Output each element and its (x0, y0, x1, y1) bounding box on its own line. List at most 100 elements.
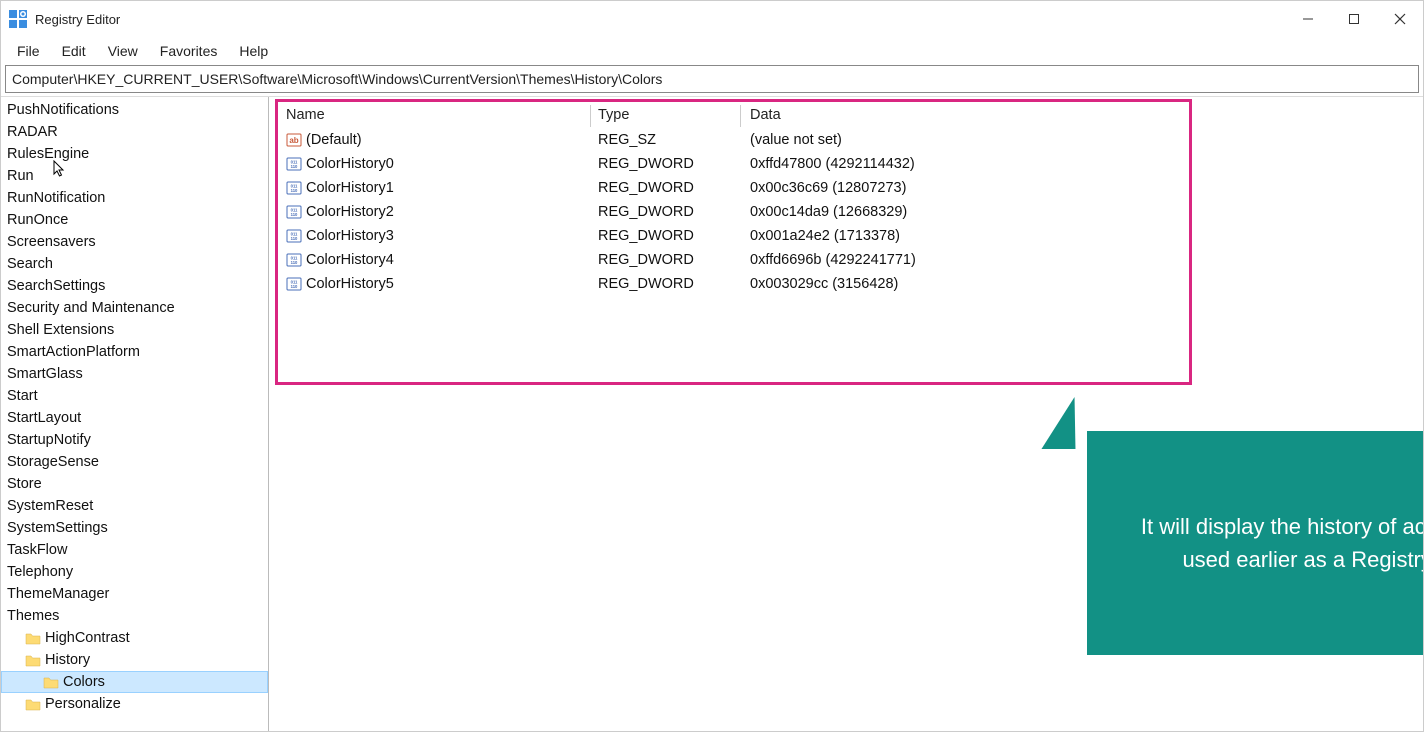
value-data: 0xffd47800 (4292114432) (750, 156, 1189, 172)
tree-item-label: ThemeManager (7, 586, 109, 602)
tree-item-label: RunNotification (7, 190, 105, 206)
value-type: REG_DWORD (598, 252, 750, 268)
reg-sz-icon (286, 132, 302, 148)
tree-item-rulesengine[interactable]: RulesEngine (1, 143, 268, 165)
tree-item-smartglass[interactable]: SmartGlass (1, 363, 268, 385)
reg-dword-icon (286, 204, 302, 220)
value-row[interactable]: ColorHistory3REG_DWORD0x001a24e2 (171337… (278, 224, 1189, 248)
tree-item-thememanager[interactable]: ThemeManager (1, 583, 268, 605)
tree-item-personalize[interactable]: Personalize (1, 693, 268, 715)
window-frame: Registry Editor File Edit View Favorites… (0, 0, 1424, 732)
maximize-button[interactable] (1331, 1, 1377, 37)
tree-item-smartactionplatform[interactable]: SmartActionPlatform (1, 341, 268, 363)
app-icon (9, 10, 27, 28)
tree-item-run[interactable]: Run (1, 165, 268, 187)
tree-item-searchsettings[interactable]: SearchSettings (1, 275, 268, 297)
folder-icon (25, 631, 41, 645)
value-row[interactable]: ColorHistory2REG_DWORD0x00c14da9 (126683… (278, 200, 1189, 224)
close-button[interactable] (1377, 1, 1423, 37)
address-bar[interactable]: Computer\HKEY_CURRENT_USER\Software\Micr… (5, 65, 1419, 93)
highlight-box: Name Type Data (Default) REG_SZ(value not… (275, 99, 1192, 385)
tree-item-label: HighContrast (45, 630, 130, 646)
tree-item-label: RunOnce (7, 212, 68, 228)
tree-item-themes[interactable]: Themes (1, 605, 268, 627)
value-name: ColorHistory1 (306, 180, 394, 196)
col-header-data[interactable]: Data (750, 107, 1189, 123)
reg-dword-icon (286, 180, 302, 196)
menu-help[interactable]: Help (229, 40, 278, 62)
tree-item-label: SystemSettings (7, 520, 108, 536)
tree-item-security-and-maintenance[interactable]: Security and Maintenance (1, 297, 268, 319)
tree-item-label: RulesEngine (7, 146, 89, 162)
value-row[interactable]: (Default) REG_SZ(value not set) (278, 128, 1189, 152)
tree-item-screensavers[interactable]: Screensavers (1, 231, 268, 253)
tree-item-colors[interactable]: Colors (1, 671, 268, 693)
tree-item-runonce[interactable]: RunOnce (1, 209, 268, 231)
tree-item-label: TaskFlow (7, 542, 67, 558)
folder-icon (25, 653, 41, 667)
tree-item-startlayout[interactable]: StartLayout (1, 407, 268, 429)
tree-item-label: Start (7, 388, 38, 404)
tree-item-runnotification[interactable]: RunNotification (1, 187, 268, 209)
tree-item-startupnotify[interactable]: StartupNotify (1, 429, 268, 451)
tree-item-telephony[interactable]: Telephony (1, 561, 268, 583)
tree-item-label: Screensavers (7, 234, 96, 250)
tree-item-history[interactable]: History (1, 649, 268, 671)
reg-dword-icon (286, 156, 302, 172)
value-row[interactable]: ColorHistory5REG_DWORD0x003029cc (315642… (278, 272, 1189, 296)
tree-item-shell-extensions[interactable]: Shell Extensions (1, 319, 268, 341)
tree-item-label: StartupNotify (7, 432, 91, 448)
folder-icon (25, 697, 41, 711)
tree-item-highcontrast[interactable]: HighContrast (1, 627, 268, 649)
tree-item-radar[interactable]: RADAR (1, 121, 268, 143)
menu-view[interactable]: View (98, 40, 148, 62)
tree-item-search[interactable]: Search (1, 253, 268, 275)
tree-item-start[interactable]: Start (1, 385, 268, 407)
tree-item-label: Store (7, 476, 42, 492)
tree-item-label: SmartGlass (7, 366, 83, 382)
tree-item-pushnotifications[interactable]: PushNotifications (1, 99, 268, 121)
main-area: PushNotificationsRADAR RulesEngine Run RunN… (1, 96, 1423, 731)
menubar: File Edit View Favorites Help (1, 37, 1423, 65)
annotation-callout: It will display the history of accent co… (1087, 431, 1423, 655)
column-headers: Name Type Data (278, 102, 1189, 128)
address-text: Computer\HKEY_CURRENT_USER\Software\Micr… (12, 71, 662, 87)
tree-item-label: Security and Maintenance (7, 300, 175, 316)
value-type: REG_DWORD (598, 180, 750, 196)
callout-text: It will display the history of accent co… (1121, 510, 1423, 576)
value-name: ColorHistory3 (306, 228, 394, 244)
tree-item-label: StorageSense (7, 454, 99, 470)
tree-item-systemsettings[interactable]: SystemSettings (1, 517, 268, 539)
tree-item-systemreset[interactable]: SystemReset (1, 495, 268, 517)
col-header-name[interactable]: Name (286, 107, 598, 123)
value-name: ColorHistory5 (306, 276, 394, 292)
value-name: ColorHistory2 (306, 204, 394, 220)
value-type: REG_SZ (598, 132, 750, 148)
value-type: REG_DWORD (598, 156, 750, 172)
menu-favorites[interactable]: Favorites (150, 40, 228, 62)
tree-item-store[interactable]: Store (1, 473, 268, 495)
col-header-type[interactable]: Type (598, 107, 750, 123)
tree-item-label: StartLayout (7, 410, 81, 426)
tree-item-label: SystemReset (7, 498, 93, 514)
value-data: 0x00c14da9 (12668329) (750, 204, 1189, 220)
value-row[interactable]: ColorHistory1REG_DWORD0x00c36c69 (128072… (278, 176, 1189, 200)
minimize-button[interactable] (1285, 1, 1331, 37)
value-row[interactable]: ColorHistory0REG_DWORD0xffd47800 (429211… (278, 152, 1189, 176)
tree-pane[interactable]: PushNotificationsRADAR RulesEngine Run RunN… (1, 97, 269, 731)
menu-file[interactable]: File (7, 40, 50, 62)
value-name: ColorHistory4 (306, 252, 394, 268)
value-data: (value not set) (750, 132, 1189, 148)
menu-edit[interactable]: Edit (52, 40, 96, 62)
value-row[interactable]: ColorHistory4REG_DWORD0xffd6696b (429224… (278, 248, 1189, 272)
reg-dword-icon (286, 228, 302, 244)
tree-item-label: Telephony (7, 564, 73, 580)
tree-item-taskflow[interactable]: TaskFlow (1, 539, 268, 561)
reg-dword-icon (286, 276, 302, 292)
value-name: (Default) (306, 132, 362, 148)
tree-item-storagesense[interactable]: StorageSense (1, 451, 268, 473)
tree-item-label: Colors (63, 674, 105, 690)
reg-dword-icon (286, 252, 302, 268)
value-data: 0x001a24e2 (1713378) (750, 228, 1189, 244)
callout-tail (1041, 397, 1086, 449)
